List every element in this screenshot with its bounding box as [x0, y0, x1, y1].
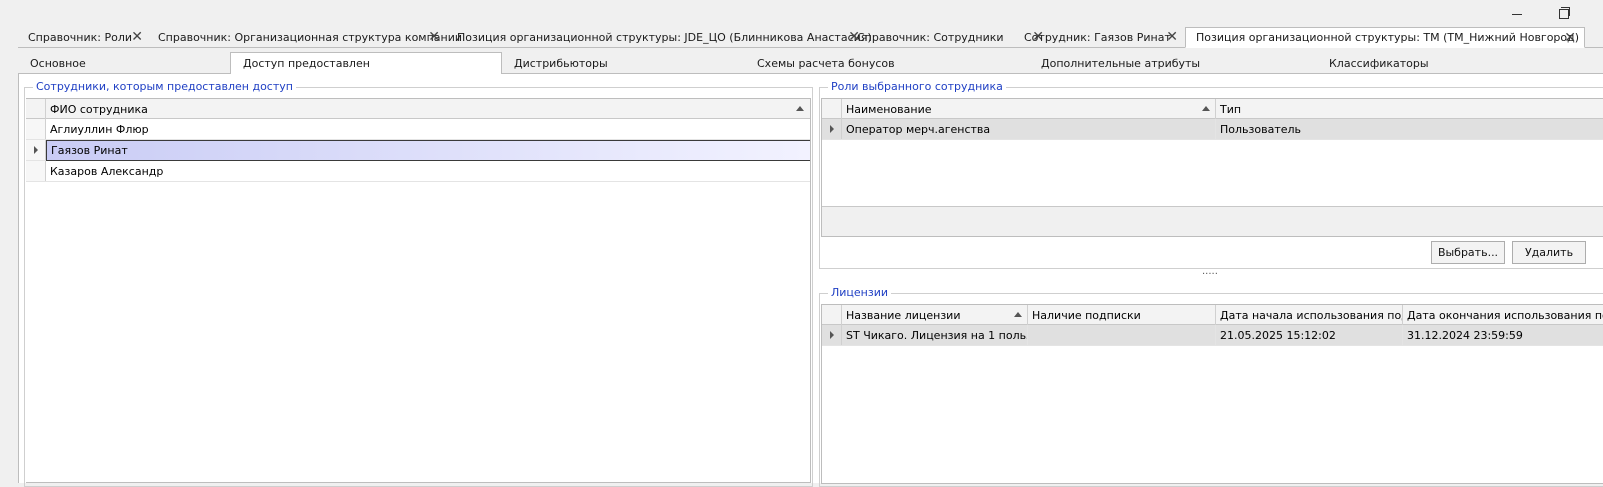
- grid-header: ФИО сотрудника: [26, 99, 810, 119]
- grid-header: Название лицензии Наличие подписки Дата …: [822, 305, 1603, 325]
- indicator-header: [822, 305, 842, 325]
- restore-icon[interactable]: [1540, 2, 1586, 24]
- cell-subscription[interactable]: [1028, 325, 1216, 346]
- doc-tab-org-structure[interactable]: Справочник: Организационная структура ко…: [148, 27, 462, 48]
- roles-group: Роли выбранного сотрудника Наименование …: [819, 80, 1603, 269]
- sort-ascending-icon: [1014, 312, 1022, 317]
- close-icon[interactable]: ✕: [1564, 31, 1576, 45]
- indicator-header: [26, 99, 46, 119]
- doc-tab-label: Позиция организационной структуры: ТМ (Т…: [1196, 31, 1580, 44]
- splitter-handle[interactable]: ·····: [1202, 269, 1218, 280]
- table-row-selected[interactable]: Оператор мерч.агенства Пользователь: [822, 119, 1603, 140]
- tab-label: Дополнительные атрибуты: [1041, 56, 1201, 70]
- column-header-label: Наличие подписки: [1032, 308, 1141, 322]
- close-icon[interactable]: ✕: [428, 30, 440, 44]
- tab-classifiers[interactable]: Классификаторы: [1317, 52, 1603, 74]
- select-button[interactable]: Выбрать...: [1431, 241, 1505, 264]
- indicator-header: [822, 99, 842, 119]
- group-title: Роли выбранного сотрудника: [828, 80, 1006, 94]
- minimize-icon[interactable]: [1494, 2, 1540, 24]
- close-icon[interactable]: ✕: [1166, 30, 1178, 44]
- group-title: Сотрудники, которым предоставлен доступ: [33, 80, 296, 94]
- doc-tab-position-tm[interactable]: Позиция организационной структуры: ТМ (Т…: [1185, 27, 1585, 48]
- employees-grid: ФИО сотрудника Аглиуллин Флюр Гаязов Рин…: [26, 98, 811, 483]
- tab-label: Классификаторы: [1329, 56, 1429, 70]
- doc-tab-label: Справочник: Организационная структура ко…: [158, 31, 463, 44]
- employees-group: Сотрудники, которым предоставлен доступ …: [24, 80, 813, 487]
- doc-tab-label: Справочник: Роли: [28, 31, 133, 44]
- close-icon[interactable]: ✕: [131, 30, 143, 44]
- title-bar: [0, 0, 1603, 26]
- table-row-selected[interactable]: ST Чикаго. Лицензия на 1 пользов... 21.0…: [822, 325, 1603, 346]
- column-header-label: Название лицензии: [846, 308, 961, 322]
- cell-role-name[interactable]: Оператор мерч.агенства: [842, 119, 1216, 140]
- tab-bonus-schemes[interactable]: Схемы расчета бонусов: [745, 52, 1029, 74]
- grid-footer: [822, 207, 1603, 236]
- cell-fio[interactable]: Аглиуллин Флюр: [46, 119, 810, 140]
- row-indicator: [822, 325, 842, 345]
- current-row-icon: [830, 331, 834, 339]
- document-tabs: Справочник: Роли ✕ Справочник: Организац…: [18, 27, 1603, 48]
- inner-tabs: Основное Доступ предоставлен Дистрибьюто…: [18, 52, 1603, 75]
- tab-label: Основное: [30, 56, 86, 70]
- current-row-icon: [34, 146, 38, 154]
- row-indicator: [26, 161, 46, 181]
- cell-fio[interactable]: Казаров Александр: [46, 161, 810, 182]
- tab-distributors[interactable]: Дистрибьюторы: [502, 52, 746, 74]
- grid-header: Наименование Тип: [822, 99, 1603, 119]
- licenses-group: Лицензии Название лицензии Наличие подпи…: [819, 286, 1603, 487]
- doc-tab-label: Справочник: Сотрудники: [857, 31, 1004, 44]
- tab-content: Сотрудники, которым предоставлен доступ …: [18, 74, 1603, 487]
- tab-additional-attributes[interactable]: Дополнительные атрибуты: [1029, 52, 1317, 74]
- row-indicator: [822, 119, 842, 139]
- app-window: Справочник: Роли ✕ Справочник: Организац…: [0, 0, 1603, 487]
- column-header-start-date[interactable]: Дата начала использования подп...: [1216, 305, 1403, 325]
- licenses-grid: Название лицензии Наличие подписки Дата …: [821, 304, 1603, 484]
- tab-access-granted[interactable]: Доступ предоставлен: [230, 52, 502, 75]
- doc-tab-label: Позиция организационной структуры: JDE_Ц…: [457, 31, 872, 44]
- group-title: Лицензии: [828, 286, 892, 300]
- column-header-name[interactable]: Наименование: [842, 99, 1216, 119]
- column-header-label: Наименование: [846, 102, 932, 116]
- column-header-license-name[interactable]: Название лицензии: [842, 305, 1028, 325]
- column-header-end-date[interactable]: Дата окончания использования по...: [1403, 305, 1603, 325]
- doc-tab-roles[interactable]: Справочник: Роли ✕: [18, 27, 151, 48]
- column-header-label: Дата начала использования подп...: [1220, 308, 1402, 322]
- tab-label: Доступ предоставлен: [243, 57, 370, 70]
- tab-main[interactable]: Основное: [18, 52, 230, 74]
- column-header-label: Дата окончания использования по...: [1407, 308, 1603, 322]
- cell-fio[interactable]: Гаязов Ринат: [46, 140, 810, 161]
- column-header-fio[interactable]: ФИО сотрудника: [46, 99, 810, 119]
- row-indicator: [26, 119, 46, 139]
- cell-start-date[interactable]: 21.05.2025 15:12:02: [1216, 325, 1403, 346]
- tab-label: Схемы расчета бонусов: [757, 56, 895, 70]
- doc-tab-position-jde[interactable]: Позиция организационной структуры: JDE_Ц…: [447, 27, 872, 48]
- current-row-icon: [830, 125, 834, 133]
- sort-ascending-icon: [1202, 106, 1210, 111]
- roles-grid: Наименование Тип Оператор мерч.агенства …: [821, 98, 1603, 237]
- column-header-label: ФИО сотрудника: [50, 102, 148, 116]
- table-row[interactable]: Аглиуллин Флюр: [26, 119, 810, 140]
- column-header-subscription[interactable]: Наличие подписки: [1028, 305, 1216, 325]
- cell-end-date[interactable]: 31.12.2024 23:59:59: [1403, 325, 1603, 346]
- cell-license-name[interactable]: ST Чикаго. Лицензия на 1 пользов...: [842, 325, 1028, 346]
- doc-tab-employee-gayazov[interactable]: Сотрудник: Гаязов Ринат ✕: [1014, 27, 1186, 48]
- doc-tab-label: Сотрудник: Гаязов Ринат: [1024, 31, 1171, 44]
- table-row[interactable]: Казаров Александр: [26, 161, 810, 182]
- column-header-label: Тип: [1220, 102, 1242, 116]
- sort-ascending-icon: [796, 106, 804, 111]
- row-indicator: [26, 140, 46, 160]
- delete-button[interactable]: Удалить: [1512, 241, 1586, 264]
- column-header-type[interactable]: Тип: [1216, 99, 1603, 119]
- table-row-selected[interactable]: Гаязов Ринат: [26, 140, 810, 161]
- tab-label: Дистрибьюторы: [514, 56, 608, 70]
- cell-role-type[interactable]: Пользователь: [1216, 119, 1603, 140]
